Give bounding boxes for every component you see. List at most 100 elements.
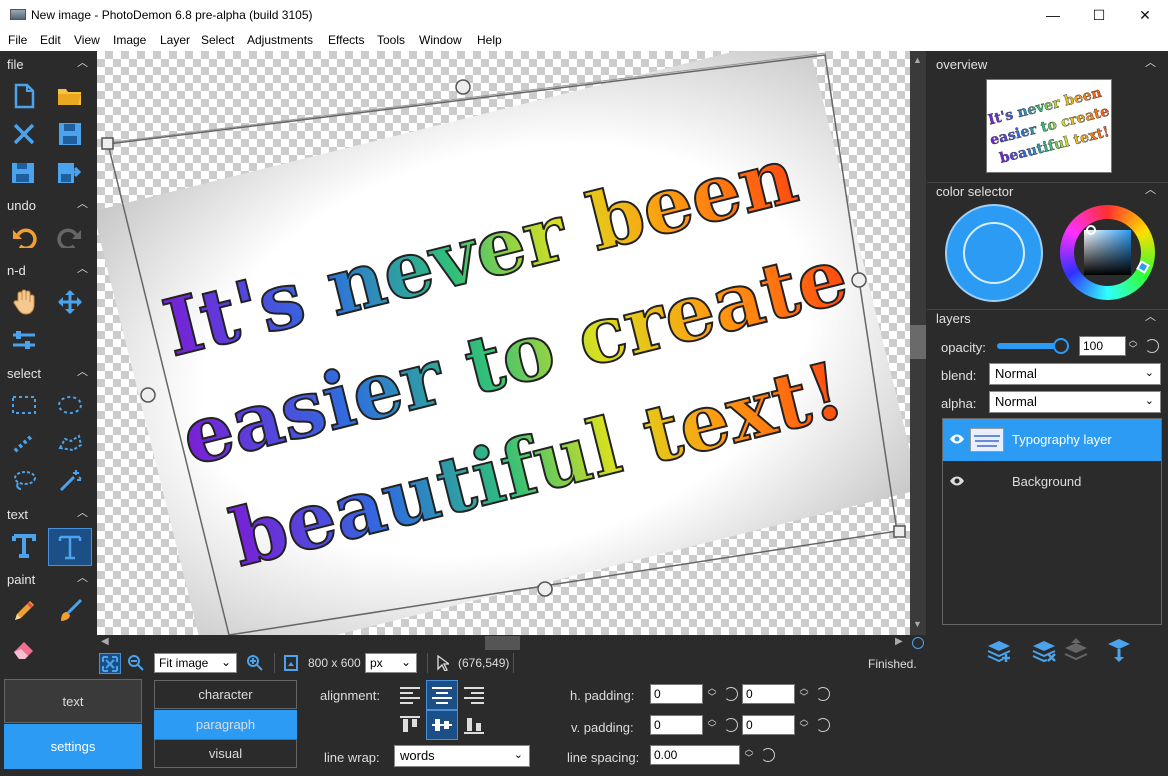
subtab-character[interactable]: character: [154, 680, 297, 709]
transform-corner-handle[interactable]: [101, 137, 114, 150]
menu-help[interactable]: Help: [477, 33, 502, 47]
chevron-icon[interactable]: ︿: [1145, 181, 1156, 197]
add-layer-button[interactable]: [986, 639, 1012, 666]
chevron-icon[interactable]: ︿: [1145, 308, 1156, 324]
scroll-right-icon[interactable]: ▶: [895, 636, 903, 647]
blend-select[interactable]: Normal ⌄: [989, 363, 1161, 385]
zoom-in-button[interactable]: [247, 655, 263, 674]
opacity-slider-track[interactable]: [997, 343, 1061, 349]
image-canvas[interactable]: It's never been easier to create beautif…: [97, 51, 910, 635]
tab-settings[interactable]: settings: [4, 724, 142, 769]
maximize-button[interactable]: ☐: [1076, 0, 1122, 30]
hand-tool-button[interactable]: [4, 284, 44, 320]
undo-button[interactable]: [4, 219, 44, 255]
sv-picker-handle[interactable]: [1086, 225, 1096, 235]
menu-edit[interactable]: Edit: [40, 33, 61, 47]
hpadding-spinner-2[interactable]: ︿ ﹀: [798, 684, 810, 704]
basic-text-button[interactable]: [4, 528, 44, 564]
lasso-select-button[interactable]: [4, 463, 44, 499]
vertical-scroll-thumb[interactable]: [910, 325, 926, 359]
typography-text-button[interactable]: [48, 528, 92, 566]
hpadding-spinner-1[interactable]: ︿ ﹀: [706, 684, 718, 704]
scroll-left-icon[interactable]: ◀: [101, 636, 109, 647]
hpadding-reset-icon[interactable]: [724, 687, 738, 701]
delete-layer-button[interactable]: [1031, 639, 1057, 666]
vpadding-reset-icon[interactable]: [724, 718, 738, 732]
hpadding-input-1[interactable]: 0: [650, 684, 703, 704]
linespacing-spinner[interactable]: ︿ ﹀: [743, 745, 755, 765]
eye-icon[interactable]: [949, 433, 965, 448]
scroll-down-icon[interactable]: ▼: [913, 619, 922, 629]
linespacing-input[interactable]: 0.00: [650, 745, 740, 765]
rect-select-button[interactable]: [4, 387, 44, 423]
linewrap-select[interactable]: words ⌄: [394, 745, 530, 767]
minimize-button[interactable]: —: [1030, 0, 1076, 30]
opacity-input[interactable]: 100: [1079, 336, 1126, 356]
close-button[interactable]: ✕: [1122, 0, 1168, 30]
hpadding-reset-icon-2[interactable]: [816, 687, 830, 701]
primary-color-swatch[interactable]: [945, 204, 1043, 302]
menu-window[interactable]: Window: [419, 33, 462, 47]
section-select[interactable]: select ︿: [0, 361, 96, 385]
unit-select[interactable]: px ⌄: [365, 653, 417, 673]
horizontal-scroll-thumb[interactable]: [485, 636, 520, 650]
layers-header[interactable]: layers: [936, 311, 971, 326]
transform-corner-handle[interactable]: [893, 525, 906, 538]
opacity-reset-icon[interactable]: [1145, 339, 1159, 353]
saturation-value-square[interactable]: [1084, 230, 1131, 275]
valign-top-button[interactable]: [396, 712, 424, 738]
polygon-select-button[interactable]: [50, 425, 90, 461]
export-button[interactable]: [50, 154, 90, 190]
linespacing-reset-icon[interactable]: [761, 748, 775, 762]
transform-handle-right[interactable]: [851, 272, 867, 288]
new-file-button[interactable]: [4, 78, 44, 114]
align-right-button[interactable]: [460, 682, 488, 708]
save-as-button[interactable]: [4, 154, 44, 190]
menu-file[interactable]: File: [8, 33, 27, 47]
valign-bottom-button[interactable]: [460, 712, 488, 738]
opacity-slider-handle[interactable]: [1053, 338, 1069, 354]
close-file-button[interactable]: [4, 116, 44, 152]
opacity-spinner[interactable]: ︿ ﹀: [1127, 336, 1139, 356]
vpadding-reset-icon-2[interactable]: [816, 718, 830, 732]
measure-tool-button[interactable]: [4, 322, 44, 358]
ellipse-select-button[interactable]: [50, 387, 90, 423]
overview-thumbnail[interactable]: It's never been easier to create beautif…: [986, 79, 1112, 173]
align-center-button[interactable]: [426, 680, 458, 710]
vpadding-input-1[interactable]: 0: [650, 715, 703, 735]
menu-layer[interactable]: Layer: [160, 33, 190, 47]
section-nd[interactable]: n-d ︿: [0, 258, 96, 282]
transform-handle-top[interactable]: [455, 79, 471, 95]
tab-text[interactable]: text: [4, 679, 142, 723]
open-file-button[interactable]: [50, 78, 90, 114]
vpadding-spinner-2[interactable]: ︿ ﹀: [798, 715, 810, 735]
move-tool-button[interactable]: [50, 284, 90, 320]
overview-header[interactable]: overview: [936, 57, 987, 72]
move-layer-up-button[interactable]: [1063, 637, 1089, 666]
eye-icon[interactable]: [949, 475, 965, 490]
menu-tools[interactable]: Tools: [377, 33, 405, 47]
zoom-select[interactable]: Fit image ⌄: [154, 653, 237, 673]
redo-button[interactable]: [50, 219, 90, 255]
menu-select[interactable]: Select: [201, 33, 234, 47]
subtab-visual[interactable]: visual: [154, 739, 297, 768]
scroll-up-icon[interactable]: ▲: [913, 55, 922, 65]
layer-row-background[interactable]: Background: [943, 461, 1161, 503]
line-select-button[interactable]: [4, 425, 44, 461]
valign-middle-button[interactable]: [426, 710, 458, 740]
chevron-icon[interactable]: ︿: [1145, 54, 1156, 70]
menu-view[interactable]: View: [74, 33, 100, 47]
vpadding-spinner-1[interactable]: ︿ ﹀: [706, 715, 718, 735]
move-layer-down-button[interactable]: [1106, 637, 1132, 666]
eraser-button[interactable]: [4, 631, 44, 667]
color-selector-header[interactable]: color selector: [936, 184, 1013, 199]
transform-handle-bottom[interactable]: [537, 581, 553, 597]
layer-row-typography[interactable]: Typography layer: [943, 419, 1161, 461]
zoom-out-button[interactable]: [128, 655, 144, 674]
align-left-button[interactable]: [396, 682, 424, 708]
menu-adjustments[interactable]: Adjustments: [247, 33, 313, 47]
save-button[interactable]: [50, 116, 90, 152]
paintbrush-button[interactable]: [50, 593, 90, 629]
section-paint[interactable]: paint ︿: [0, 567, 96, 591]
vpadding-input-2[interactable]: 0: [742, 715, 795, 735]
